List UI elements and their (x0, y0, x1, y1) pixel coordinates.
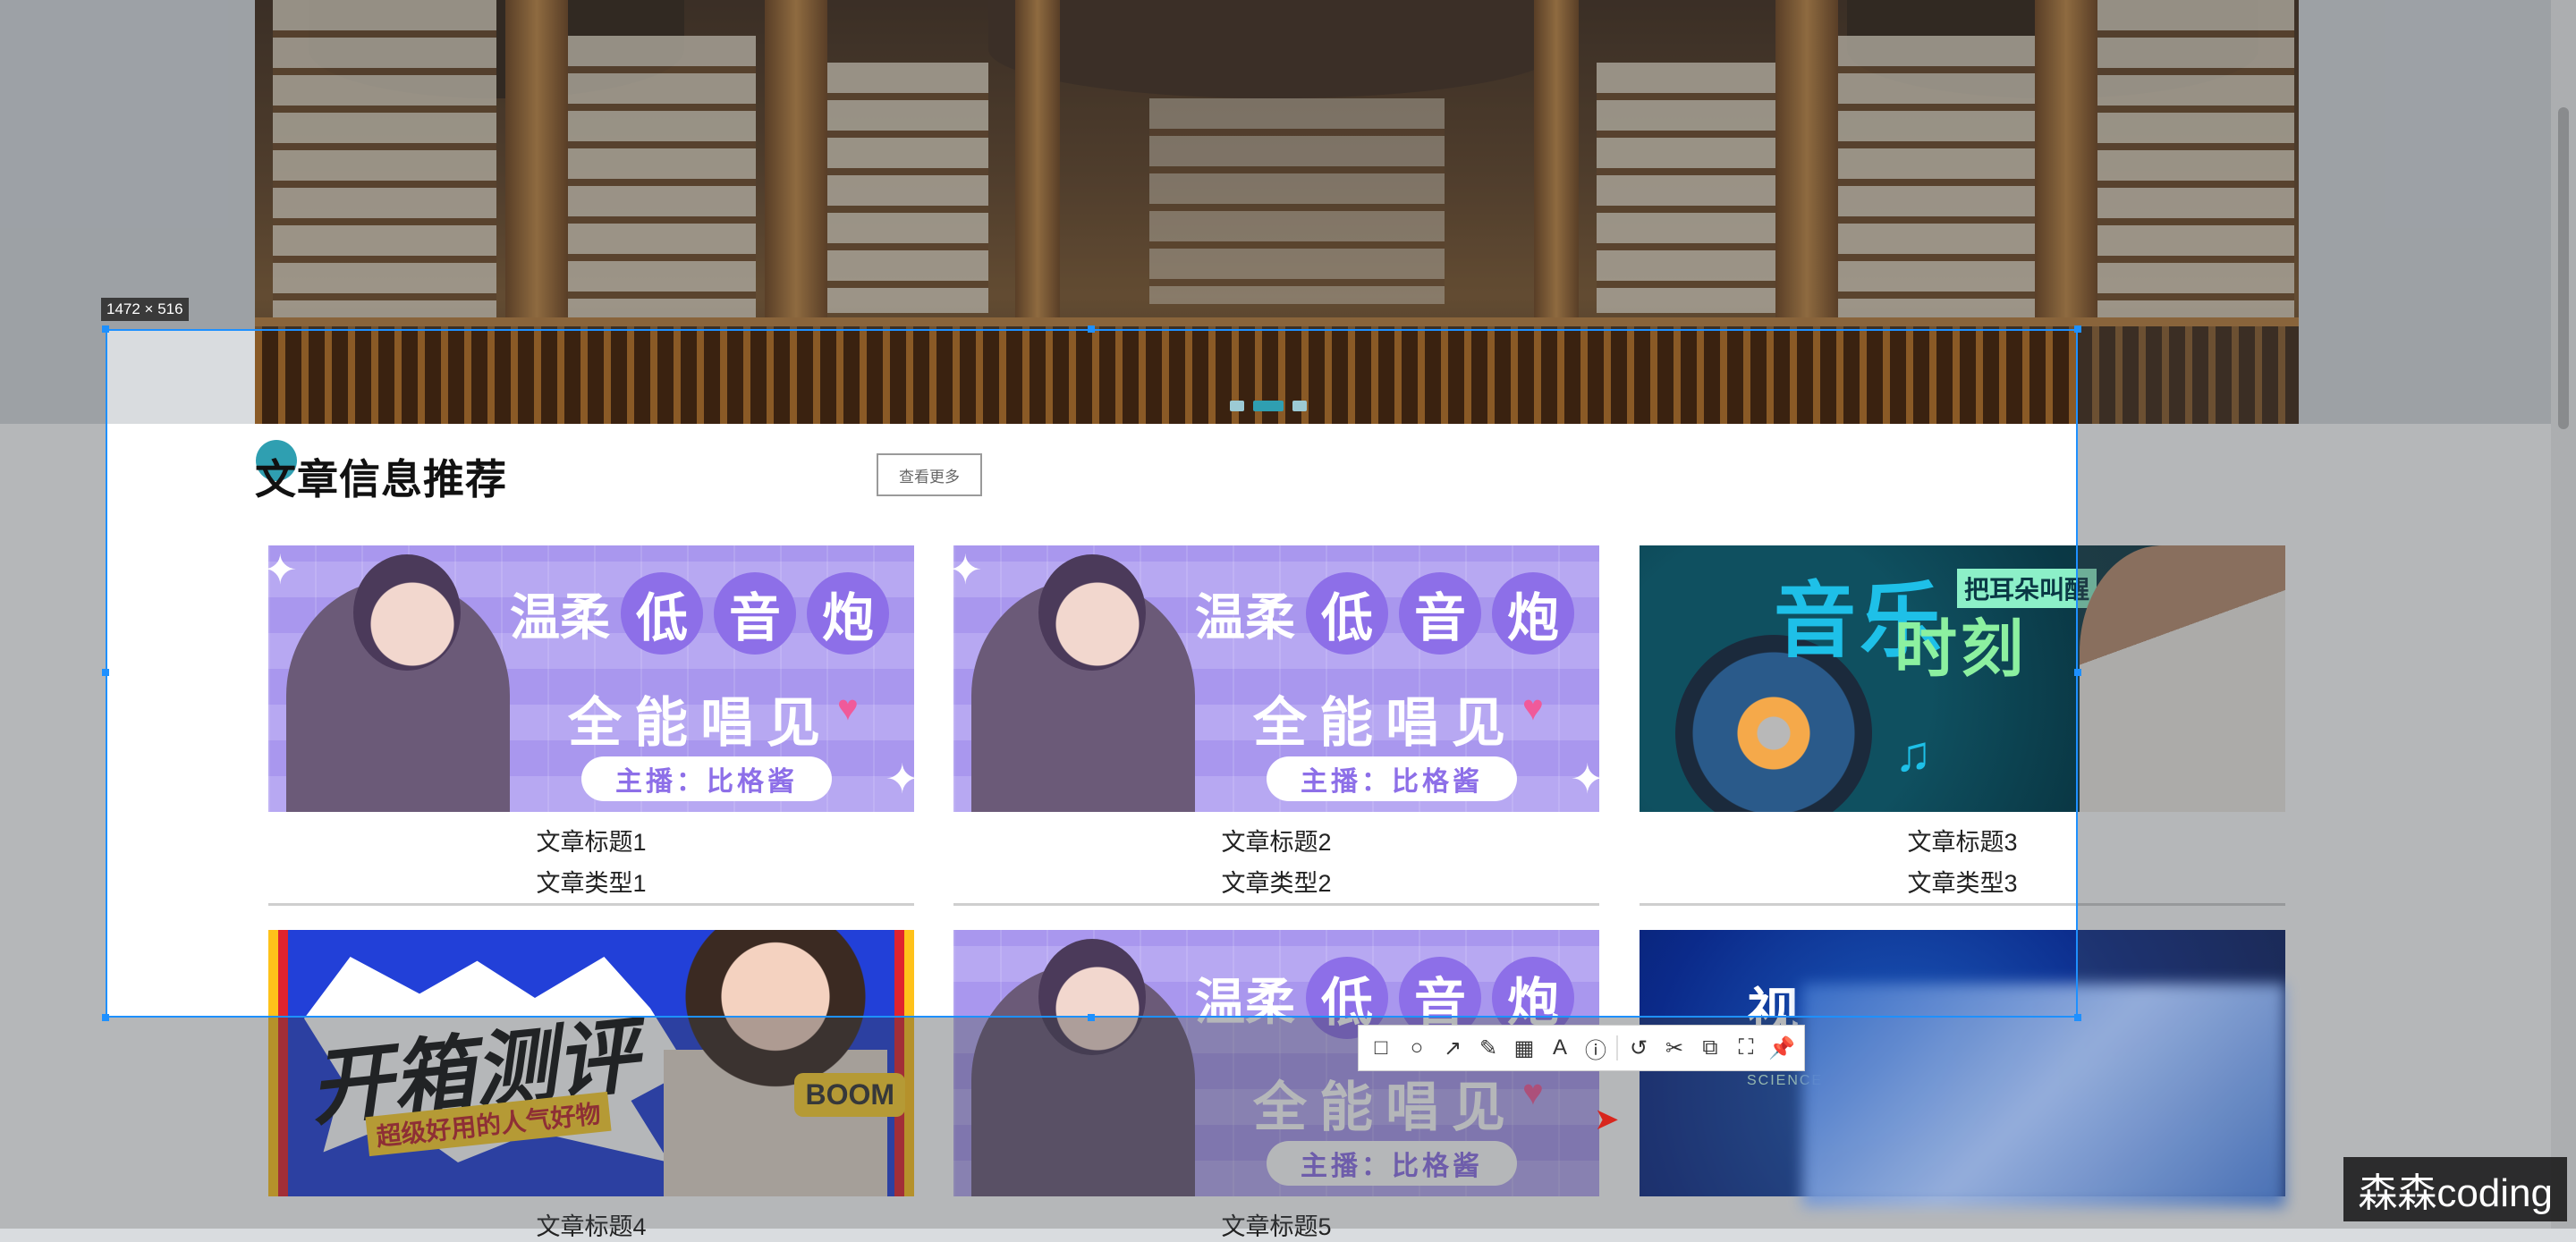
article-title[interactable]: 文章标题1 (268, 823, 914, 856)
view-more-button[interactable]: 查看更多 (877, 453, 982, 496)
person-photo (2080, 545, 2285, 812)
article-title[interactable]: 文章标题3 (1640, 823, 2285, 856)
watermark: 森森coding (2343, 1157, 2567, 1221)
carousel-dot-active[interactable] (1253, 401, 1284, 411)
divider (268, 903, 914, 906)
resize-handle[interactable] (1088, 325, 1095, 333)
resize-handle[interactable] (102, 669, 109, 676)
person-photo (664, 930, 887, 1196)
article-thumbnail[interactable]: 音乐 把耳朵叫醒 时刻 ♫ (1640, 545, 2285, 812)
mosaic-icon[interactable]: ▦ (1509, 1033, 1539, 1063)
pencil-icon[interactable]: ✎ (1473, 1033, 1504, 1063)
rect-icon[interactable]: □ (1366, 1033, 1396, 1063)
article-thumbnail[interactable]: 温柔 低 音 炮 全能唱见 ♥ 主播：比格酱 ✦ ✦ (268, 545, 914, 812)
article-title[interactable]: 文章标题2 (953, 823, 1599, 856)
resize-handle[interactable] (102, 325, 109, 333)
star-icon: ✦ (885, 756, 914, 802)
star-icon: ✦ (953, 546, 983, 593)
article-type: 文章类型2 (1221, 870, 1332, 897)
article-card[interactable]: 温柔 低 音 炮 全能唱见 ♥ 主播：比格酱 ✦ ✦ 文章标题2 文章类型2 (953, 545, 1599, 906)
article-card[interactable]: 温柔 低 音 炮 全能唱见 ♥ 主播：比格酱 文章标题5 (953, 930, 1599, 1240)
article-thumbnail[interactable]: 开箱测评 超级好用的人气好物 BOOM (268, 930, 914, 1196)
article-thumbnail[interactable]: 温柔 低 音 炮 全能唱见 ♥ 主播：比格酱 ✦ ✦ (953, 545, 1599, 812)
divider (953, 903, 1599, 906)
section-title: 文章信息推荐 (255, 456, 507, 503)
divider (1640, 903, 2285, 906)
text-icon[interactable]: A (1545, 1033, 1575, 1063)
arrow-icon[interactable]: ↗ (1437, 1033, 1468, 1063)
music-note-icon: ♫ (1894, 725, 1932, 782)
mouse-cursor-icon: ➤ (1594, 1103, 1620, 1136)
cut-icon[interactable]: ✂ (1659, 1033, 1690, 1063)
serial-icon[interactable]: ⓘ (1580, 1033, 1611, 1063)
heart-icon: ♥ (1522, 1073, 1544, 1112)
screenshot-toolbar: □ ○ ↗ ✎ ▦ A ⓘ ↺ ✂ ⧉ ⛶ 📌 (1358, 1025, 1805, 1071)
resize-handle[interactable] (102, 1014, 109, 1021)
selection-size-label: 1472 × 516 (101, 298, 189, 321)
star-icon: ✦ (268, 546, 298, 593)
article-card[interactable]: 温柔 低 音 炮 全能唱见 ♥ 主播：比格酱 ✦ ✦ 文章标题1 文章类型1 (268, 545, 914, 906)
toolbar-separator (1616, 1035, 1618, 1060)
carousel-indicators[interactable] (1230, 401, 1307, 411)
pin-icon[interactable]: 📌 (1767, 1033, 1797, 1063)
resize-handle[interactable] (2074, 669, 2081, 676)
undo-icon[interactable]: ↺ (1623, 1033, 1654, 1063)
resize-handle[interactable] (2074, 325, 2081, 333)
resize-handle[interactable] (2074, 1014, 2081, 1021)
article-type: 文章类型3 (1907, 870, 2018, 897)
fullscreen-icon[interactable]: ⛶ (1731, 1033, 1761, 1063)
article-card[interactable]: 开箱测评 超级好用的人气好物 BOOM 文章标题4 (268, 930, 914, 1240)
scrollbar[interactable] (2551, 0, 2576, 1229)
carousel-dot[interactable] (1230, 401, 1244, 411)
hero-banner (255, 0, 2299, 424)
heart-icon: ♥ (1522, 689, 1544, 728)
resize-handle[interactable] (1088, 1014, 1095, 1021)
blurred-region (1802, 984, 2285, 1207)
star-icon: ✦ (1570, 756, 1599, 802)
article-title[interactable]: 文章标题5 (953, 1207, 1599, 1240)
article-type: 文章类型1 (536, 870, 647, 897)
copy-icon[interactable]: ⧉ (1695, 1033, 1725, 1063)
article-card[interactable]: 音乐 把耳朵叫醒 时刻 ♫ 文章标题3 文章类型3 (1640, 545, 2285, 906)
carousel-dot[interactable] (1292, 401, 1307, 411)
heart-icon: ♥ (837, 689, 859, 728)
ellipse-icon[interactable]: ○ (1402, 1033, 1432, 1063)
article-title[interactable]: 文章标题4 (268, 1207, 914, 1240)
